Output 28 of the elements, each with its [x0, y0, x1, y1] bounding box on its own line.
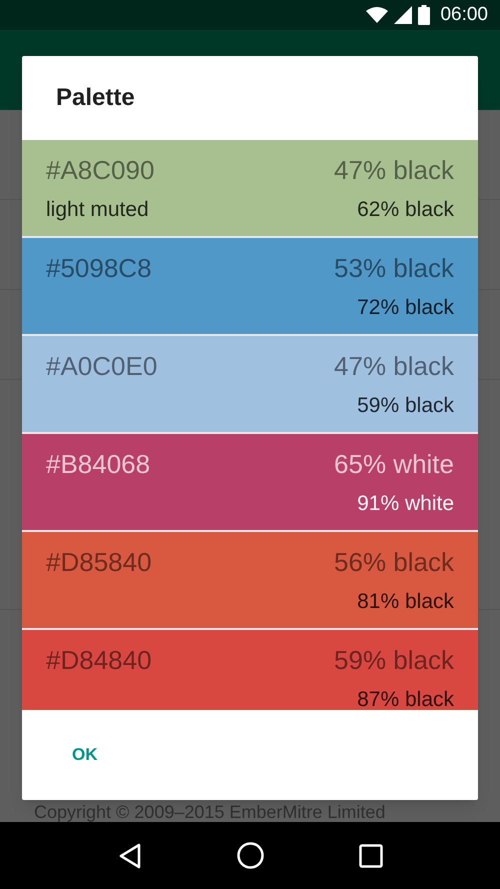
body-contrast: 59% black: [357, 392, 454, 419]
title-contrast: 65% white: [334, 448, 454, 481]
hex-code: #5098C8: [46, 252, 152, 285]
recents-icon[interactable]: [358, 844, 383, 868]
body-contrast: 72% black: [357, 294, 454, 321]
body-contrast: 62% black: [357, 196, 454, 223]
title-contrast: 59% black: [334, 644, 454, 677]
home-icon[interactable]: [237, 842, 264, 869]
body-contrast: 91% white: [357, 490, 454, 517]
hex-code: #A8C090: [46, 154, 154, 187]
hex-code: #B84068: [46, 448, 150, 481]
ok-button[interactable]: OK: [52, 732, 118, 778]
hex-code: #A0C0E0: [46, 350, 158, 383]
wifi-icon: [366, 7, 388, 23]
signal-icon: [394, 6, 412, 24]
back-icon[interactable]: [117, 842, 144, 868]
title-contrast: 47% black: [334, 154, 454, 187]
battery-icon: [418, 5, 430, 25]
body-contrast: 87% black: [357, 686, 454, 710]
hex-code: #D85840: [46, 546, 152, 579]
title-contrast: 56% black: [334, 546, 454, 579]
body-contrast: 81% black: [357, 588, 454, 615]
title-contrast: 53% black: [334, 252, 454, 285]
title-contrast: 47% black: [334, 350, 454, 383]
swatch-tag: light muted: [46, 194, 149, 226]
hex-code: #D84840: [46, 644, 152, 677]
dialog-title: Palette: [56, 83, 135, 113]
status-time: 06:00: [440, 2, 488, 27]
